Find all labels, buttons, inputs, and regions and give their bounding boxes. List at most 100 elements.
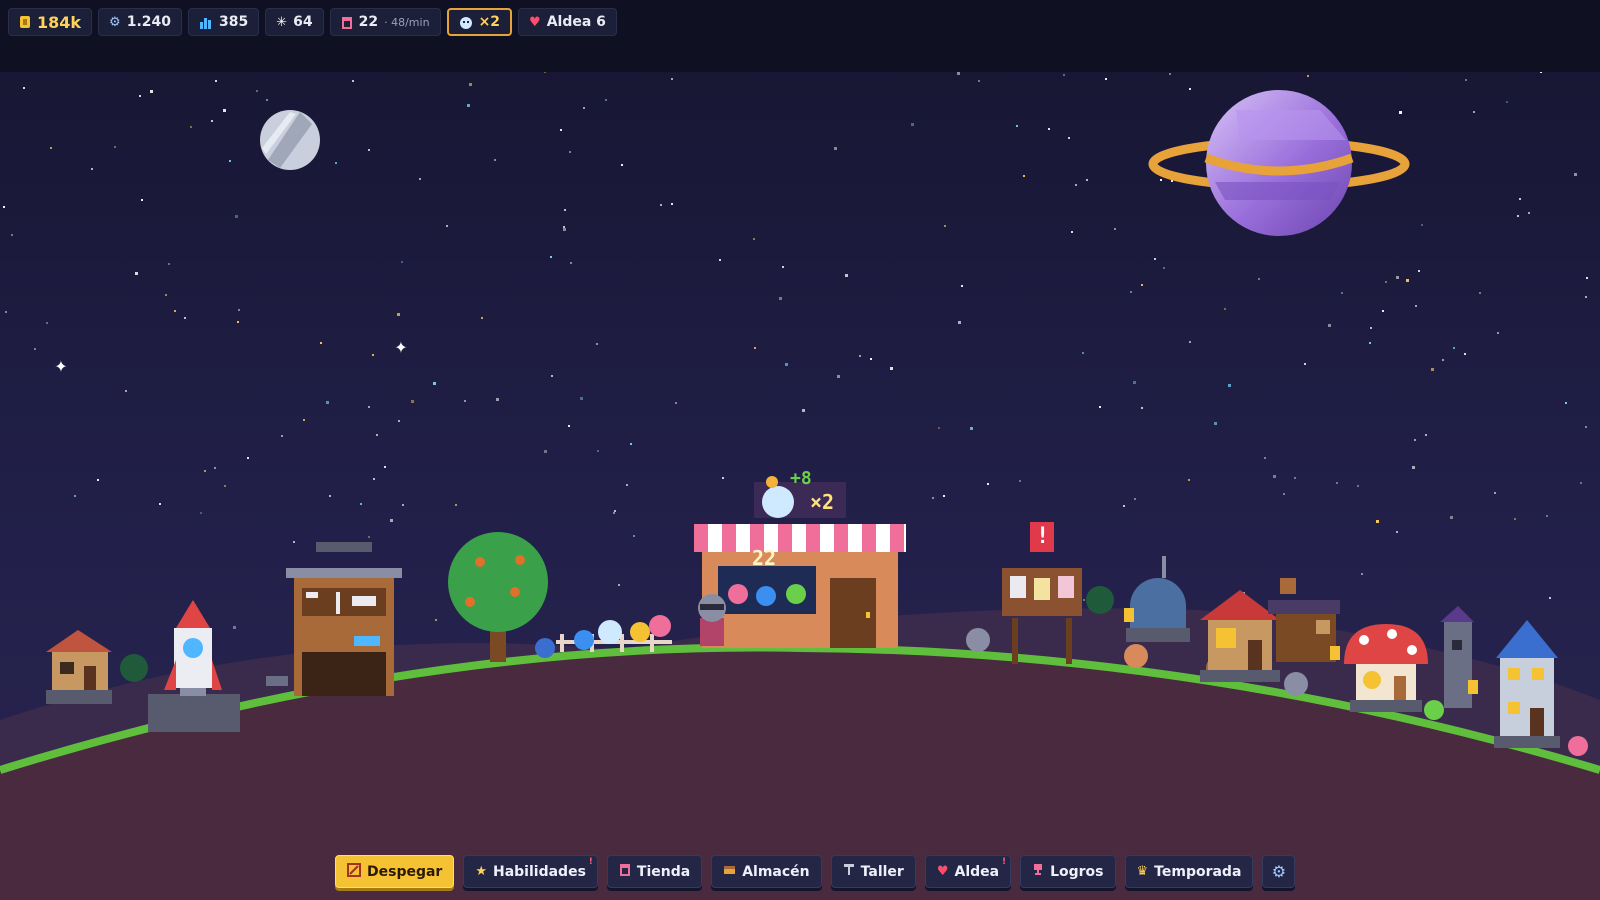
star — [1283, 493, 1285, 495]
village-button[interactable]: ♥ Aldea ! — [924, 855, 1012, 888]
star — [1016, 125, 1018, 127]
star — [435, 619, 437, 621]
star — [802, 409, 805, 412]
star — [215, 80, 217, 82]
star — [1133, 381, 1136, 384]
star — [376, 434, 378, 436]
workshop-button[interactable]: Taller — [830, 855, 916, 888]
star — [1546, 515, 1548, 517]
star — [1341, 292, 1343, 294]
crystals-counter[interactable]: 385 — [188, 8, 260, 36]
village-level[interactable]: ♥ Aldea 6 — [518, 8, 617, 36]
star — [544, 450, 547, 453]
crystals-value: 385 — [219, 14, 249, 30]
star — [1376, 520, 1379, 523]
mushroom-house — [1344, 624, 1428, 712]
star — [11, 234, 13, 236]
heart-icon: ♥ — [936, 864, 949, 879]
rocket-icon — [347, 862, 361, 881]
star — [890, 367, 893, 370]
star — [1421, 224, 1423, 226]
star — [256, 90, 258, 92]
star — [626, 484, 628, 486]
star — [782, 266, 784, 268]
star — [1163, 267, 1165, 269]
star — [837, 375, 840, 378]
star — [214, 467, 216, 469]
star — [978, 80, 980, 82]
season-button[interactable]: ♛ Temporada — [1124, 855, 1254, 888]
star — [368, 536, 370, 538]
shop-multiplier-label: ×2 — [810, 490, 835, 514]
star — [1385, 281, 1387, 283]
star — [1574, 173, 1577, 176]
settings-button[interactable]: ⚙ — [1262, 855, 1296, 888]
star — [97, 479, 99, 481]
star-icon: ★ — [475, 864, 487, 879]
star — [368, 149, 370, 151]
star — [785, 363, 788, 366]
workshop-label: Taller — [860, 863, 904, 880]
shop-button[interactable]: Tienda — [606, 855, 703, 888]
star — [1105, 78, 1107, 80]
moon — [260, 110, 320, 170]
star — [335, 162, 337, 164]
star — [1114, 228, 1116, 230]
warehouse-button[interactable]: Almacén — [711, 855, 822, 888]
orders-counter[interactable]: 22 · 48/min — [329, 8, 441, 36]
star — [1412, 466, 1415, 469]
star — [384, 466, 386, 468]
bottom-nav: Despegar ★ Habilidades ! Tienda Almacén … — [335, 855, 1296, 888]
star — [5, 311, 7, 313]
star — [551, 375, 553, 377]
star — [1160, 179, 1162, 181]
star — [168, 263, 170, 265]
star — [1224, 308, 1226, 310]
star — [618, 584, 620, 586]
stars-value: 64 — [293, 14, 313, 30]
star — [1307, 75, 1309, 77]
star — [1357, 485, 1359, 487]
star — [845, 274, 848, 277]
achievements-button[interactable]: Logros — [1020, 855, 1116, 888]
season-label: Temporada — [1154, 863, 1242, 880]
star — [233, 626, 236, 629]
star — [200, 512, 202, 514]
star — [1399, 111, 1402, 114]
gears-counter[interactable]: ⚙ 1.240 — [98, 8, 182, 36]
star — [1479, 292, 1481, 294]
star — [719, 259, 721, 261]
star — [1189, 341, 1191, 343]
star — [50, 147, 52, 149]
shop-bonus-label: +8 — [790, 468, 812, 489]
star — [1586, 277, 1588, 279]
star — [1075, 184, 1077, 186]
star — [1258, 278, 1260, 280]
star — [754, 347, 756, 349]
star — [3, 206, 5, 208]
star — [1304, 363, 1306, 365]
boost-multiplier[interactable]: ×2 — [446, 8, 513, 36]
star — [563, 228, 566, 231]
box-icon — [723, 864, 736, 879]
star — [1431, 368, 1434, 371]
warehouse-label: Almacén — [742, 863, 810, 880]
coins-counter[interactable]: 184k — [8, 8, 93, 36]
star — [1328, 324, 1331, 327]
star — [1528, 212, 1530, 214]
star — [224, 485, 226, 487]
launch-button[interactable]: Despegar — [335, 855, 455, 888]
star — [247, 457, 249, 459]
skills-button[interactable]: ★ Habilidades ! — [463, 855, 598, 888]
star — [1336, 482, 1338, 484]
star — [352, 80, 354, 82]
star — [411, 400, 414, 403]
star — [390, 519, 393, 522]
star — [1497, 332, 1499, 334]
star — [139, 95, 141, 97]
star — [1514, 518, 1516, 520]
star — [1169, 73, 1171, 75]
stars-counter[interactable]: ✳ 64 — [265, 8, 324, 36]
star — [1450, 516, 1453, 519]
top-hud: 184k ⚙ 1.240 385 ✳ 64 22 · 48/min ×2 ♥ A… — [0, 0, 1600, 72]
